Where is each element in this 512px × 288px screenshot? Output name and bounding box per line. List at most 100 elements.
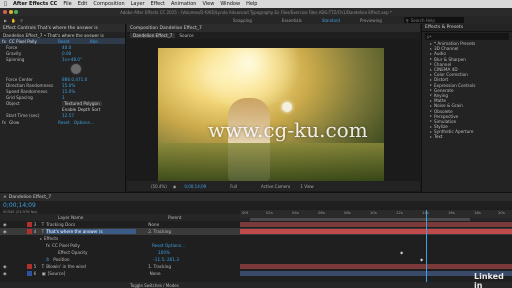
work-area-bar[interactable] bbox=[250, 218, 470, 221]
prop-speed-randomness-value[interactable]: 15.0% bbox=[62, 89, 75, 94]
menu-animation[interactable]: Animation bbox=[171, 1, 197, 7]
composition-tab[interactable]: Composition Dandelion Effect_7 bbox=[127, 24, 420, 32]
expand-triangle-icon[interactable] bbox=[430, 89, 432, 92]
expand-triangle-icon[interactable] bbox=[430, 84, 432, 87]
comp-timecode[interactable]: 0;00;14;09 bbox=[184, 184, 206, 189]
fx-icon[interactable]: fx bbox=[46, 243, 50, 248]
menu-view[interactable]: View bbox=[202, 1, 214, 7]
expand-triangle-icon[interactable] bbox=[430, 115, 432, 118]
eye-icon[interactable]: ◉ bbox=[3, 229, 7, 234]
layer-row-5[interactable]: ◉ 5 T Blowin' in the wind 1. Tracking bbox=[0, 263, 512, 270]
menu-composition[interactable]: Composition bbox=[93, 1, 124, 7]
timeline-tab[interactable]: × Dandelion Effect_7 bbox=[0, 193, 512, 201]
layer-name[interactable]: Blowin' in the wind bbox=[46, 264, 136, 269]
layer-color-label[interactable] bbox=[26, 271, 32, 276]
menu-file[interactable]: File bbox=[63, 1, 71, 7]
subtab-dandelion[interactable]: Dandelion Effect_7 bbox=[130, 33, 176, 38]
close-tab-icon[interactable]: × bbox=[3, 195, 7, 200]
time-ruler[interactable]: 00f 02s 04s 06s 08s 10s 12s 14s 16s 18s … bbox=[240, 210, 512, 218]
effect-about-link[interactable]: Abo bbox=[90, 39, 98, 44]
layer-parent[interactable]: None bbox=[148, 222, 159, 227]
menu-help[interactable]: Help bbox=[246, 1, 257, 7]
workspace-standard[interactable]: Standard bbox=[322, 18, 340, 23]
effect-cc-pixel-polly-row[interactable]: fx CC Pixel Polly Reset Options... bbox=[0, 242, 512, 249]
preset-text[interactable]: Text bbox=[422, 134, 512, 139]
expand-triangle-icon[interactable] bbox=[40, 237, 42, 240]
menu-window[interactable]: Window bbox=[220, 1, 240, 7]
layer-bar[interactable] bbox=[240, 264, 512, 269]
eye-icon[interactable]: ◉ bbox=[3, 222, 7, 227]
layer-name[interactable]: That's where the answer is bbox=[46, 229, 137, 234]
layer-bar[interactable] bbox=[240, 271, 512, 276]
position-value[interactable]: -11.5,-261.3 bbox=[153, 257, 179, 262]
views-dropdown[interactable]: 1 View bbox=[300, 184, 313, 189]
layer-row-3[interactable]: ◉ 3 T Tracking Docs None bbox=[0, 221, 512, 228]
expand-triangle-icon[interactable] bbox=[430, 94, 432, 97]
glow-reset-link[interactable]: Reset bbox=[58, 120, 70, 125]
menu-edit[interactable]: Edit bbox=[78, 1, 88, 7]
spinning-dial[interactable] bbox=[70, 63, 82, 75]
workspace-previewing[interactable]: Previewing bbox=[360, 18, 382, 23]
presets-search-field[interactable]: ρ• bbox=[425, 33, 509, 40]
effect-opacity-row[interactable]: Effect Opacity 100% ◆ bbox=[0, 249, 512, 256]
expand-triangle-icon[interactable] bbox=[430, 135, 432, 138]
expand-triangle-icon[interactable] bbox=[430, 110, 432, 113]
effect-reset-link[interactable]: Reset bbox=[58, 39, 70, 44]
prop-start-time-value[interactable]: 12.57 bbox=[62, 113, 74, 118]
enable-depth-sort-checkbox[interactable]: Enable Depth Sort bbox=[62, 107, 100, 112]
column-layer-name[interactable]: Layer Name bbox=[58, 215, 168, 220]
layer-parent[interactable]: None bbox=[150, 271, 161, 276]
layer-color-label[interactable] bbox=[26, 229, 32, 234]
expand-triangle-icon[interactable] bbox=[430, 120, 432, 123]
effect-controls-tab[interactable]: Effect Controls That's where the answer … bbox=[0, 24, 125, 32]
effect-row-reset-options[interactable]: Reset Options... bbox=[152, 243, 185, 248]
camera-snapshot-icon[interactable]: ◉ bbox=[173, 184, 177, 189]
effects-presets-tab[interactable]: Effects & Presets bbox=[422, 24, 512, 32]
prop-spinning-value[interactable]: 1x+48.0° bbox=[62, 57, 82, 62]
layer-parent[interactable]: 2. Tracking bbox=[148, 229, 171, 234]
layer-parent[interactable]: 1. Tracking bbox=[148, 264, 171, 269]
expand-triangle-icon[interactable] bbox=[430, 99, 432, 102]
object-dropdown[interactable]: Textured Polygon bbox=[62, 100, 102, 106]
keyframe-diamond-icon[interactable]: ◆ bbox=[420, 257, 423, 262]
glow-effect-row[interactable]: fx Glow Reset Options... bbox=[0, 119, 125, 125]
expand-triangle-icon[interactable] bbox=[430, 130, 432, 133]
hand-tool-icon[interactable]: ✋ bbox=[11, 18, 16, 23]
minimize-window-icon[interactable] bbox=[8, 10, 13, 14]
expand-triangle-icon[interactable] bbox=[430, 78, 432, 81]
layer-bar[interactable] bbox=[240, 222, 512, 227]
glow-options-link[interactable]: Options... bbox=[74, 120, 94, 125]
prop-direction-randomness-value[interactable]: 15.0% bbox=[62, 83, 75, 88]
search-help-field[interactable]: ⚲ Search Help bbox=[403, 17, 464, 23]
position-row[interactable]: ⏱ Position -11.5,-261.3 ◆ bbox=[0, 256, 512, 263]
column-parent[interactable]: Parent bbox=[168, 215, 181, 220]
prop-gravity-value[interactable]: 0.00 bbox=[62, 51, 71, 56]
subtab-source[interactable]: Source bbox=[179, 33, 193, 38]
prop-start-time[interactable]: Start Time (sec) 12.57 bbox=[0, 112, 125, 118]
layer-bar[interactable] bbox=[240, 229, 512, 234]
expand-triangle-icon[interactable] bbox=[430, 42, 432, 45]
layer-row-4[interactable]: ◉ 4 T That's where the answer is 2. Trac… bbox=[0, 228, 512, 235]
prop-force-center-value[interactable]: 886.0,471.0 bbox=[62, 77, 87, 82]
effect-opacity-value[interactable]: 100% bbox=[158, 250, 170, 255]
snapping-toggle[interactable]: Snapping bbox=[233, 18, 252, 23]
expand-triangle-icon[interactable] bbox=[430, 104, 432, 107]
layer-row-6[interactable]: ◉ 6 ▣ [Source] None bbox=[0, 270, 512, 277]
zoom-tool-icon[interactable]: ⚲ bbox=[20, 18, 23, 23]
resolution-dropdown[interactable]: Full bbox=[230, 184, 237, 189]
expand-triangle-icon[interactable] bbox=[430, 73, 432, 76]
prop-force-value[interactable]: 40.0 bbox=[62, 45, 71, 50]
close-window-icon[interactable] bbox=[3, 10, 7, 14]
expand-triangle-icon[interactable] bbox=[430, 47, 432, 50]
expand-triangle-icon[interactable] bbox=[430, 52, 432, 55]
menu-layer[interactable]: Layer bbox=[131, 1, 145, 7]
expand-triangle-icon[interactable] bbox=[430, 125, 432, 128]
expand-triangle-icon[interactable] bbox=[430, 68, 432, 71]
toggle-switches-modes[interactable]: Toggle Switches / Modes bbox=[130, 283, 179, 288]
layer-name[interactable]: Tracking Docs bbox=[46, 222, 136, 227]
menu-effect[interactable]: Effect bbox=[151, 1, 165, 7]
prop-grid-spacing-value[interactable]: 1 bbox=[62, 95, 65, 100]
layer-name[interactable]: [Source] bbox=[48, 271, 138, 276]
zoom-level[interactable]: (50.4%) bbox=[151, 184, 167, 189]
keyframe-diamond-icon[interactable]: ◆ bbox=[400, 250, 403, 255]
